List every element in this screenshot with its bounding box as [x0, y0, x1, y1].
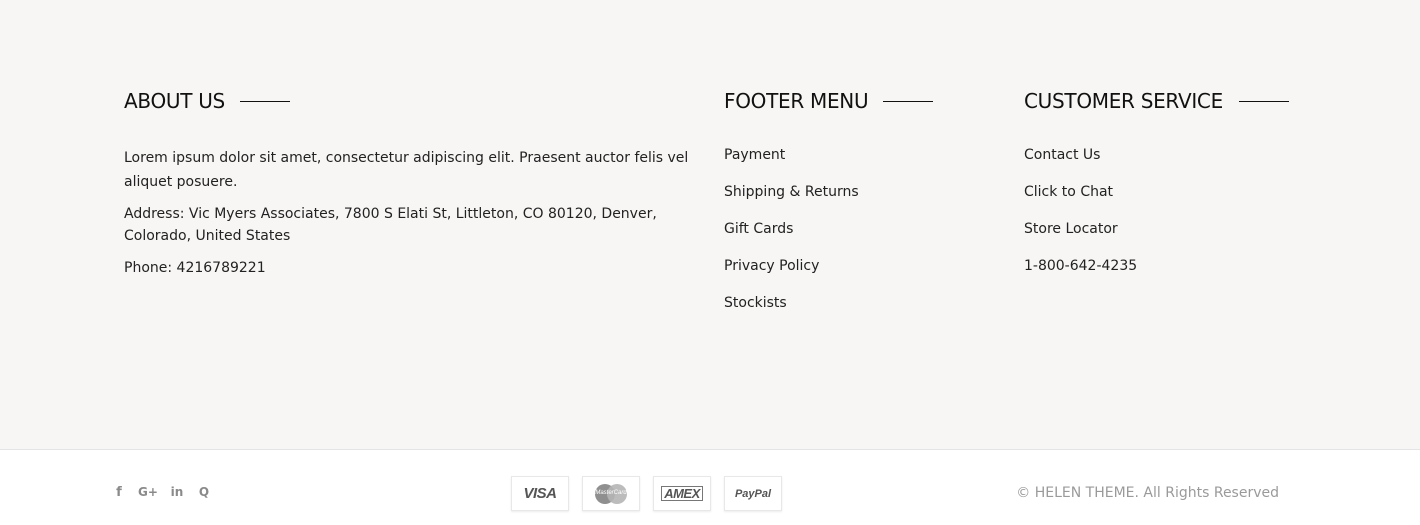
linkedin-icon[interactable]: in [170, 484, 184, 500]
about-text: Lorem ipsum dolor sit amet, consectetur … [124, 150, 689, 190]
paypal-label: PayPal [734, 487, 772, 500]
list-item: Contact Us [1024, 144, 1314, 181]
customer-service-heading: CUSTOMER SERVICE [1024, 88, 1314, 114]
list-item: Privacy Policy [724, 255, 964, 292]
footer-link-privacy-policy[interactable]: Privacy Policy [724, 255, 819, 277]
footer-menu-column: FOOTER MENU Payment Shipping & Returns G… [724, 88, 964, 329]
service-link-contact-us[interactable]: Contact Us [1024, 144, 1100, 166]
customer-service-column: CUSTOMER SERVICE Contact Us Click to Cha… [1024, 88, 1314, 292]
footer-link-stockists[interactable]: Stockists [724, 292, 787, 314]
footer-bottom: f G+ in Q VISA MasterCard AMEX PayPal © … [0, 449, 1420, 525]
copyright-text: © HELEN THEME. All Rights Reserved [1016, 485, 1279, 501]
customer-service-title: CUSTOMER SERVICE [1024, 89, 1223, 113]
mastercard-icon: MasterCard [582, 476, 640, 511]
footer-top: ABOUT US Lorem ipsum dolor sit amet, con… [0, 0, 1420, 449]
quora-icon[interactable]: Q [197, 484, 211, 500]
service-link-store-locator[interactable]: Store Locator [1024, 218, 1118, 240]
about-address: Address: Vic Myers Associates, 7800 S El… [124, 206, 657, 244]
footer-link-gift-cards[interactable]: Gift Cards [724, 218, 793, 240]
about-heading: ABOUT US [124, 88, 694, 114]
heading-divider [1238, 100, 1289, 102]
footer-link-payment[interactable]: Payment [724, 144, 785, 166]
payment-methods: VISA MasterCard AMEX PayPal [511, 476, 782, 511]
amex-card-icon: AMEX [653, 476, 711, 511]
list-item: Gift Cards [724, 218, 964, 255]
list-item: 1-800-642-4235 [1024, 255, 1314, 292]
customer-service-list: Contact Us Click to Chat Store Locator 1… [1024, 144, 1314, 292]
mastercard-label: MasterCard [595, 489, 627, 496]
list-item: Click to Chat [1024, 181, 1314, 218]
service-link-phone[interactable]: 1-800-642-4235 [1024, 255, 1137, 277]
heading-divider [883, 100, 934, 102]
heading-divider [239, 100, 290, 102]
about-phone: Phone: 4216789221 [124, 260, 266, 276]
google-plus-icon[interactable]: G+ [138, 484, 158, 500]
mastercard-logo: MasterCard [595, 483, 627, 504]
footer-link-shipping-returns[interactable]: Shipping & Returns [724, 181, 859, 203]
facebook-icon[interactable]: f [112, 484, 126, 500]
footer-menu-title: FOOTER MENU [724, 89, 869, 113]
visa-label: VISA [523, 485, 557, 502]
paypal-icon: PayPal [724, 476, 782, 511]
about-column: ABOUT US Lorem ipsum dolor sit amet, con… [124, 88, 694, 279]
about-title: ABOUT US [124, 89, 225, 113]
visa-card-icon: VISA [511, 476, 569, 511]
social-links: f G+ in Q [112, 484, 211, 500]
amex-label: AMEX [661, 486, 703, 501]
footer-menu-heading: FOOTER MENU [724, 88, 964, 114]
list-item: Stockists [724, 292, 964, 329]
list-item: Payment [724, 144, 964, 181]
list-item: Store Locator [1024, 218, 1314, 255]
service-link-click-to-chat[interactable]: Click to Chat [1024, 181, 1113, 203]
footer-menu-list: Payment Shipping & Returns Gift Cards Pr… [724, 144, 964, 329]
list-item: Shipping & Returns [724, 181, 964, 218]
